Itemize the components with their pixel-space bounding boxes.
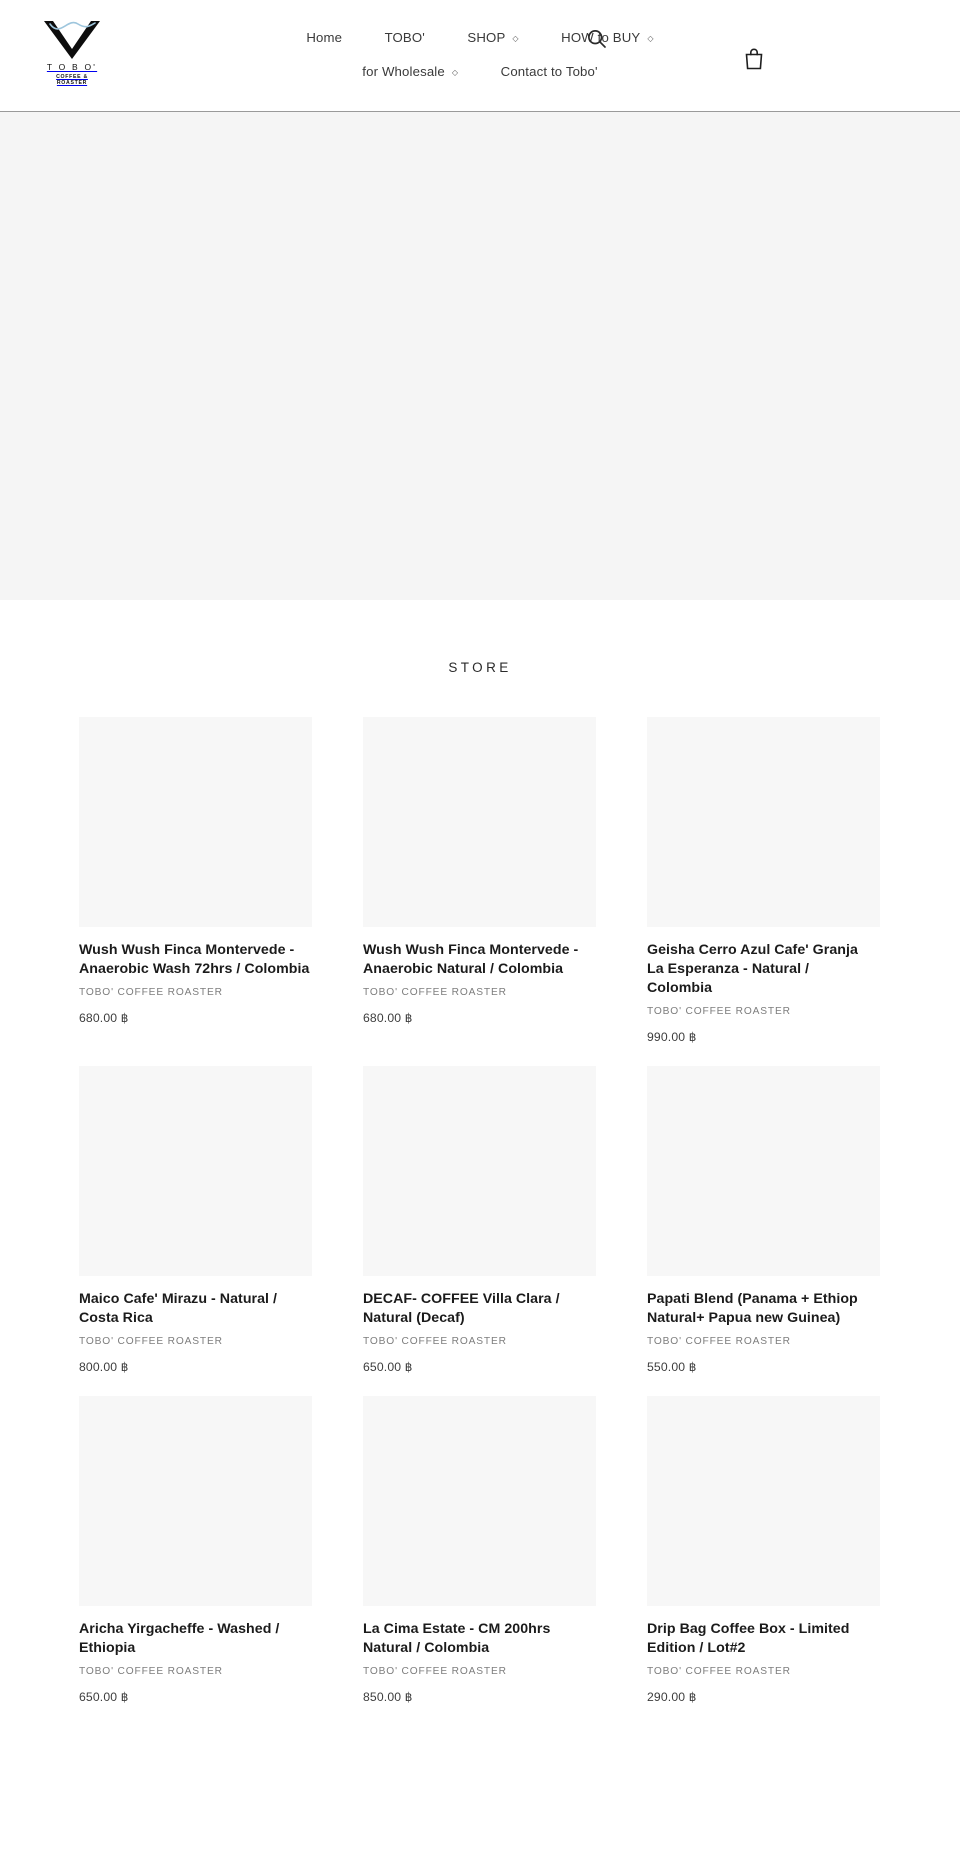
product-title-line: Aricha Yirgacheffe - Washed / bbox=[79, 1621, 280, 1638]
nav-item-label: Home bbox=[306, 30, 343, 45]
nav-item-for-wholesale[interactable]: for Wholesale ◇ bbox=[362, 60, 458, 83]
product-card[interactable]: Drip Bag Coffee Box - Limited Edition / L… bbox=[647, 1396, 880, 1705]
product-image bbox=[363, 1066, 596, 1277]
product-vendor: TOBO' COFFEE ROASTER bbox=[647, 1666, 791, 1678]
site-header: T O B O' COFFEE & ROASTER Home TOBO' SHO… bbox=[0, 0, 960, 112]
product-image bbox=[647, 717, 880, 927]
nav-item-label: for Wholesale bbox=[362, 64, 445, 80]
product-title-line: Costa Rica bbox=[79, 1310, 153, 1327]
product-title-line: Geisha Cerro Azul Cafe' Granja bbox=[647, 942, 858, 958]
product-price: 290.00 ฿ bbox=[647, 1690, 697, 1705]
product-vendor: TOBO' COFFEE ROASTER bbox=[647, 1006, 791, 1018]
product-title-line: Colombia bbox=[647, 980, 713, 997]
product-card[interactable]: Aricha Yirgacheffe - Washed / Ethiopia TOB… bbox=[79, 1396, 312, 1705]
product-title: Maico Cafe' Mirazu - Natural / Costa Rica bbox=[79, 1290, 312, 1328]
product-card[interactable]: Maico Cafe' Mirazu - Natural / Costa Rica… bbox=[79, 1066, 312, 1375]
product-price: 550.00 ฿ bbox=[647, 1360, 697, 1375]
product-image bbox=[79, 717, 312, 927]
product-title: Aricha Yirgacheffe - Washed / Ethiopia bbox=[79, 1620, 312, 1658]
product-card[interactable]: Wush Wush Finca Montervede - Anaerobic Wa… bbox=[79, 717, 312, 1045]
product-title: DECAF- COFFEE Villa Clara / Natural (Deca… bbox=[363, 1290, 596, 1328]
nav-row-primary: Home TOBO' SHOP ◇ HOW to BUY ◇ bbox=[0, 26, 960, 49]
product-title: Wush Wush Finca Montervede - Anaerobic Wa… bbox=[79, 941, 312, 979]
main-navigation: Home TOBO' SHOP ◇ HOW to BUY ◇ for Wholesa… bbox=[0, 26, 960, 83]
store-section: STORE Wush Wush Finca Montervede - Anaero… bbox=[0, 600, 960, 1727]
product-title: Papati Blend (Panama + Ethiop Natural+ Pa… bbox=[647, 1290, 880, 1328]
product-image bbox=[647, 1396, 880, 1607]
product-title-line: Natural+ Papua new Guinea) bbox=[647, 1310, 841, 1327]
hero-banner bbox=[0, 112, 960, 600]
product-price: 650.00 ฿ bbox=[79, 1690, 129, 1705]
product-card[interactable]: La Cima Estate - CM 200hrs Natural / Colo… bbox=[363, 1396, 596, 1705]
product-vendor: TOBO' COFFEE ROASTER bbox=[363, 1336, 507, 1348]
product-image bbox=[363, 717, 596, 927]
product-vendor: TOBO' COFFEE ROASTER bbox=[79, 1666, 223, 1678]
product-vendor: TOBO' COFFEE ROASTER bbox=[79, 987, 223, 999]
product-vendor: TOBO' COFFEE ROASTER bbox=[79, 1336, 223, 1348]
product-price: 680.00 ฿ bbox=[79, 1011, 129, 1026]
nav-item-home[interactable]: Home bbox=[306, 26, 342, 49]
product-image bbox=[363, 1396, 596, 1607]
product-vendor: TOBO' COFFEE ROASTER bbox=[363, 987, 507, 999]
product-title-line: Ethiopia bbox=[79, 1640, 136, 1657]
chevron-down-icon: ◇ bbox=[512, 34, 519, 43]
product-image bbox=[79, 1066, 312, 1277]
product-title: La Cima Estate - CM 200hrs Natural / Colo… bbox=[363, 1620, 596, 1658]
product-price: 850.00 ฿ bbox=[363, 1690, 413, 1705]
product-vendor: TOBO' COFFEE ROASTER bbox=[647, 1336, 791, 1348]
product-title: Drip Bag Coffee Box - Limited Edition / L… bbox=[647, 1620, 880, 1658]
product-image bbox=[79, 1396, 312, 1607]
product-card[interactable]: DECAF- COFFEE Villa Clara / Natural (Deca… bbox=[363, 1066, 596, 1375]
product-title-line: DECAF- COFFEE Villa Clara / bbox=[363, 1291, 560, 1308]
product-price: 680.00 ฿ bbox=[363, 1011, 413, 1026]
product-title-line: Papati Blend (Panama + Ethiop bbox=[647, 1291, 858, 1308]
nav-item-shop[interactable]: SHOP ◇ bbox=[467, 26, 518, 49]
product-card[interactable]: Geisha Cerro Azul Cafe' Granja La Esperan… bbox=[647, 717, 880, 1045]
nav-row-secondary: for Wholesale ◇ Contact to Tobo' bbox=[0, 60, 960, 83]
product-price: 990.00 ฿ bbox=[647, 1030, 697, 1045]
product-title: Geisha Cerro Azul Cafe' Granja La Esperan… bbox=[647, 941, 880, 998]
chevron-down-icon: ◇ bbox=[451, 68, 459, 78]
page-title: STORE bbox=[448, 660, 512, 675]
product-title-line: Maico Cafe' Mirazu - Natural / bbox=[79, 1291, 278, 1308]
product-title-line: Natural / Colombia bbox=[363, 1640, 490, 1657]
product-card[interactable]: Wush Wush Finca Montervede - Anaerobic Na… bbox=[363, 717, 596, 1045]
nav-item-label: Contact to Tobo' bbox=[500, 64, 598, 80]
nav-item-label: TOBO' bbox=[384, 30, 425, 45]
product-card[interactable]: Papati Blend (Panama + Ethiop Natural+ Pa… bbox=[647, 1066, 880, 1375]
product-grid: Wush Wush Finca Montervede - Anaerobic Wa… bbox=[79, 717, 881, 1726]
product-title-line: La Esperanza - Natural / bbox=[647, 961, 810, 978]
product-title-line: Wush Wush Finca Montervede - bbox=[79, 942, 295, 958]
nav-item-contact-to-tobo[interactable]: Contact to Tobo' bbox=[501, 60, 598, 83]
search-icon[interactable] bbox=[586, 28, 608, 50]
product-price: 650.00 ฿ bbox=[363, 1360, 413, 1375]
product-price: 800.00 ฿ bbox=[79, 1360, 129, 1375]
product-title-line: Anaerobic Wash 72hrs / Colombia bbox=[79, 961, 310, 978]
product-title-line: Anaerobic Natural / Colombia bbox=[363, 961, 564, 978]
product-title: Wush Wush Finca Montervede - Anaerobic Na… bbox=[363, 941, 596, 979]
product-title-line: Edition / Lot#2 bbox=[647, 1640, 746, 1657]
product-vendor: TOBO' COFFEE ROASTER bbox=[363, 1666, 507, 1678]
product-title-line: La Cima Estate - CM 200hrs bbox=[363, 1621, 551, 1638]
shopping-bag-icon[interactable] bbox=[744, 47, 764, 71]
nav-item-tobo[interactable]: TOBO' bbox=[385, 26, 425, 49]
nav-item-label: SHOP bbox=[467, 30, 506, 45]
product-title-line: Wush Wush Finca Montervede - bbox=[363, 942, 579, 958]
product-title-line: Drip Bag Coffee Box - Limited bbox=[647, 1621, 850, 1638]
chevron-down-icon: ◇ bbox=[647, 34, 654, 43]
product-title-line: Natural (Decaf) bbox=[363, 1310, 465, 1327]
product-image bbox=[647, 1066, 880, 1277]
